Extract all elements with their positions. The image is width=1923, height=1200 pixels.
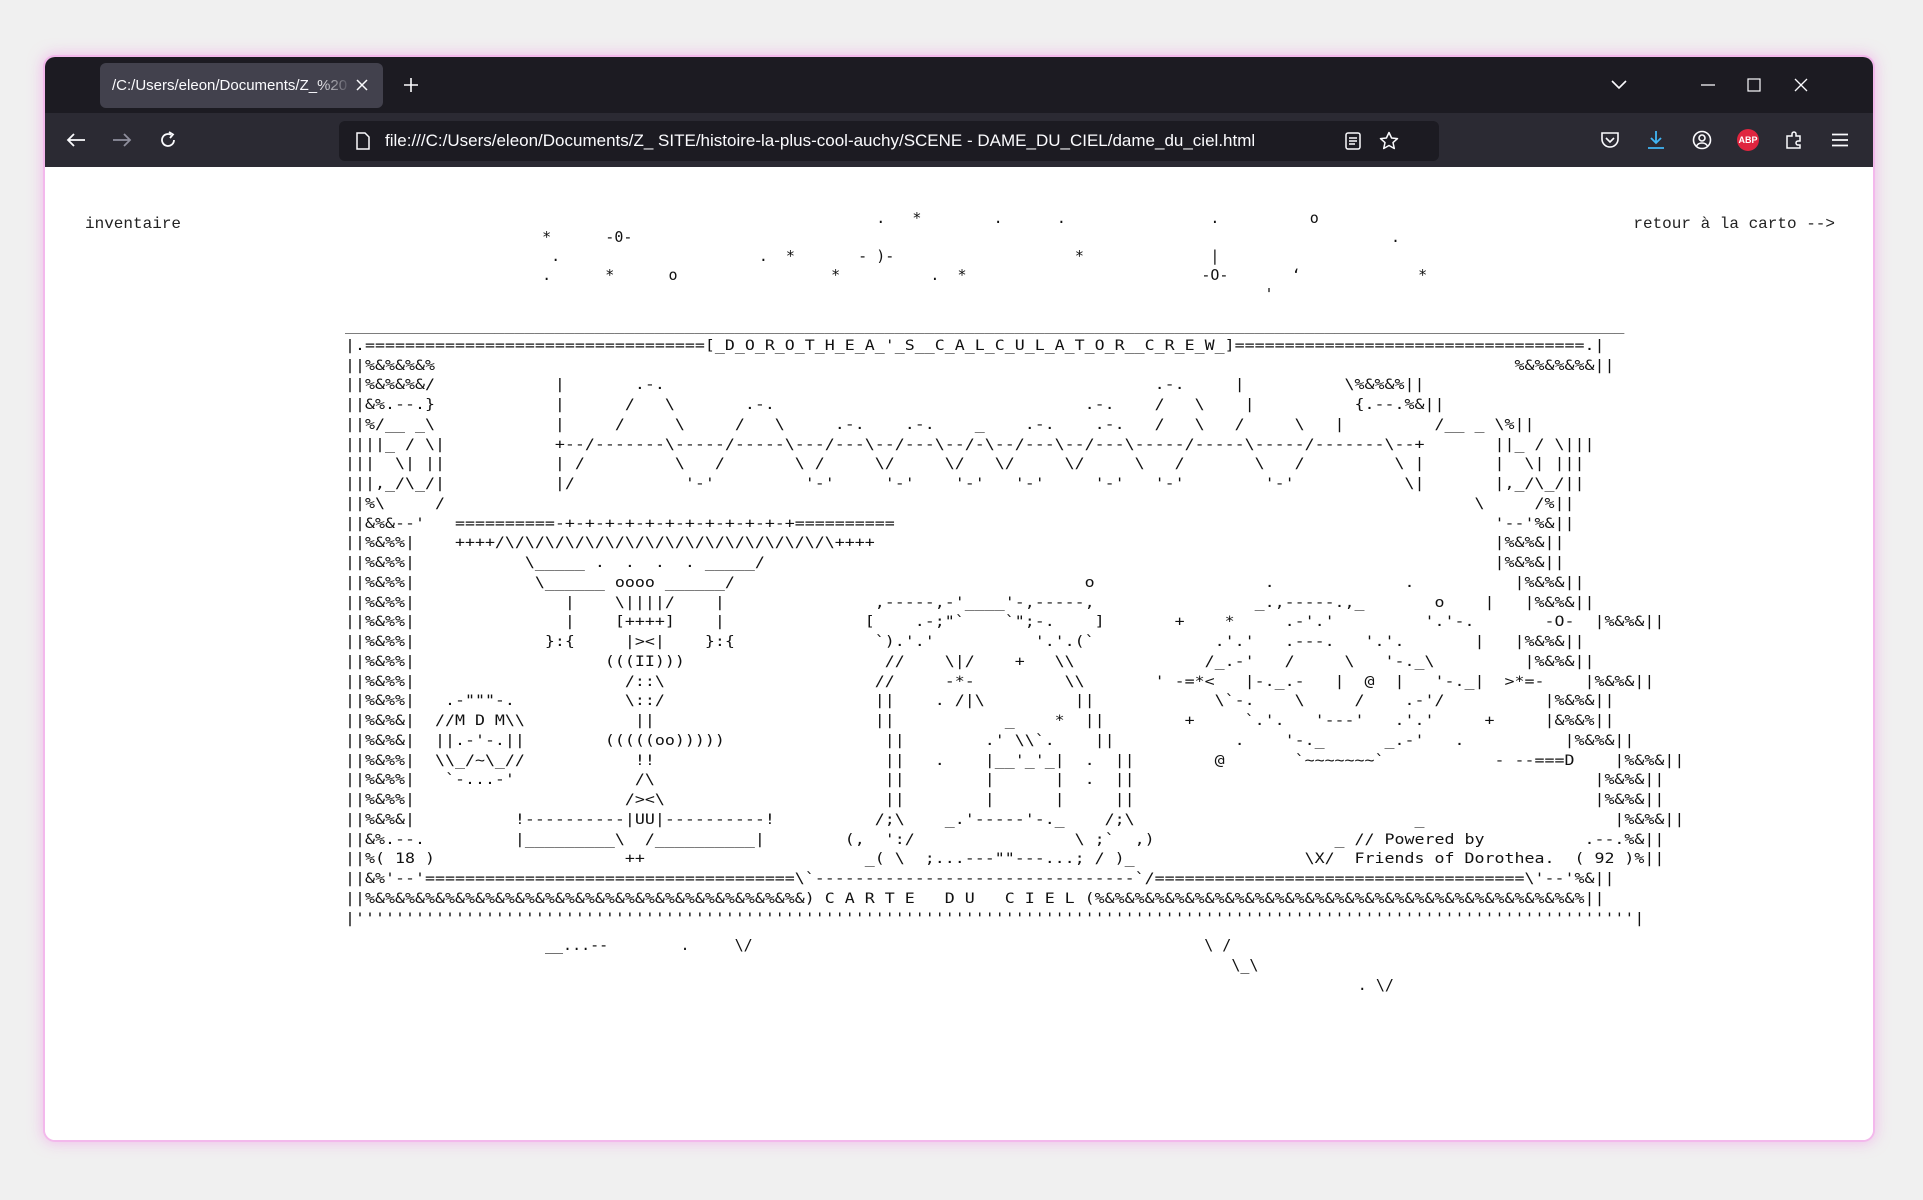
minimize-icon[interactable] [1694, 71, 1722, 99]
bookmark-star-icon[interactable] [1379, 131, 1399, 151]
reload-icon[interactable] [153, 125, 183, 155]
browser-window: /C:/Users/eleon/Documents/Z_%20 file:///… [45, 57, 1873, 1140]
back-arrow-icon[interactable] [61, 125, 91, 155]
new-tab-icon[interactable] [397, 71, 425, 99]
url-text[interactable]: file:///C:/Users/eleon/Documents/Z_ SITE… [385, 131, 1255, 151]
account-icon[interactable] [1687, 125, 1717, 155]
forward-arrow-icon[interactable] [107, 125, 137, 155]
menu-icon[interactable] [1825, 125, 1855, 155]
downloads-icon[interactable] [1641, 125, 1671, 155]
list-tabs-icon[interactable] [1605, 71, 1633, 99]
address-bar[interactable]: file:///C:/Users/eleon/Documents/Z_ SITE… [339, 121, 1439, 161]
tab-active[interactable]: /C:/Users/eleon/Documents/Z_%20 [100, 63, 383, 108]
close-window-icon[interactable] [1787, 71, 1815, 99]
page-icon[interactable] [353, 131, 373, 151]
maximize-icon[interactable] [1740, 71, 1768, 99]
navigation-toolbar: file:///C:/Users/eleon/Documents/Z_ SITE… [45, 113, 1873, 167]
inventory-link[interactable]: inventaire [85, 215, 181, 233]
back-to-map-link[interactable]: retour à la carto --> [1633, 215, 1835, 233]
extensions-icon[interactable] [1779, 125, 1809, 155]
tab-strip: /C:/Users/eleon/Documents/Z_%20 [45, 57, 1873, 113]
close-tab-icon[interactable] [351, 74, 373, 96]
bottom-ascii-art: __...-- . \/ \ / \_\ . \/ [545, 936, 1394, 994]
adblock-plus-icon[interactable]: ABP [1733, 125, 1763, 155]
pocket-icon[interactable] [1595, 125, 1625, 155]
sky-map-ascii-art: ________________________________________… [345, 318, 1685, 927]
tab-title: /C:/Users/eleon/Documents/Z_%20 [112, 77, 348, 94]
reader-view-icon[interactable] [1343, 131, 1363, 151]
sky-ascii-art: . * . . . o * -0- . . . * - )- * | . * o… [542, 209, 1428, 303]
